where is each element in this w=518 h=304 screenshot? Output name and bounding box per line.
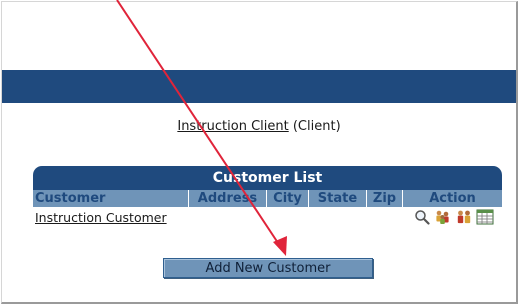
client-suffix: (Client): [292, 119, 341, 134]
add-new-customer-button[interactable]: Add New Customer: [163, 258, 373, 278]
client-line: Instruction Client (Client): [0, 119, 518, 134]
column-action: Action: [403, 190, 502, 207]
table-row: Instruction Customer: [33, 208, 502, 228]
column-customer: Customer: [33, 190, 189, 207]
users-pair-icon[interactable]: [455, 208, 473, 226]
action-icons: [413, 208, 494, 226]
top-banner: [2, 70, 516, 103]
customer-link[interactable]: Instruction Customer: [35, 210, 167, 225]
column-city: City: [267, 190, 309, 207]
grid-icon[interactable]: [476, 208, 494, 226]
users-group-icon[interactable]: [434, 208, 452, 226]
column-header-row: Customer Address City State Zip Action: [33, 190, 502, 207]
column-zip: Zip: [367, 190, 403, 207]
column-address: Address: [189, 190, 267, 207]
customer-list-header: Customer List: [33, 166, 502, 190]
customer-list-title: Customer List: [212, 170, 323, 186]
magnifier-icon[interactable]: [413, 208, 431, 226]
column-state: State: [309, 190, 367, 207]
client-link[interactable]: Instruction Client: [177, 119, 288, 134]
